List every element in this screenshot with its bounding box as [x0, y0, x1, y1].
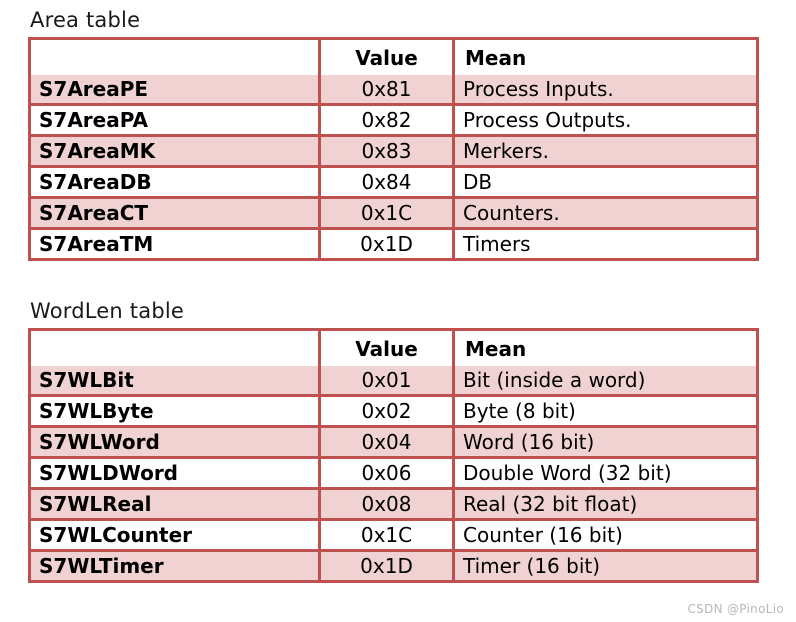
area-table-head: Value Mean [31, 40, 756, 75]
table-row: S7WLByte 0x02 Byte (8 bit) [31, 397, 756, 428]
wordlen-name-cell: S7WLTimer [31, 552, 321, 580]
watermark: CSDN @PinoLio [687, 602, 784, 616]
area-value-cell: 0x83 [321, 137, 455, 168]
wordlen-value-cell: 0x02 [321, 397, 455, 428]
wordlen-value-cell: 0x1C [321, 521, 455, 552]
area-name-cell: S7AreaTM [31, 230, 321, 258]
area-name-cell: S7AreaMK [31, 137, 321, 168]
table-row: S7WLBit 0x01 Bit (inside a word) [31, 366, 756, 397]
wordlen-value-cell: 0x08 [321, 490, 455, 521]
wordlen-mean-cell: Timer (16 bit) [455, 552, 756, 580]
wordlen-value-cell: 0x04 [321, 428, 455, 459]
table-row: S7WLTimer 0x1D Timer (16 bit) [31, 552, 756, 580]
area-value-cell: 0x1C [321, 199, 455, 230]
column-header-mean: Mean [455, 331, 756, 366]
area-value-cell: 0x84 [321, 168, 455, 199]
area-name-cell: S7AreaPA [31, 106, 321, 137]
area-mean-cell: DB [455, 168, 756, 199]
wordlen-name-cell: S7WLBit [31, 366, 321, 397]
wordlen-mean-cell: Byte (8 bit) [455, 397, 756, 428]
table-row: S7WLDWord 0x06 Double Word (32 bit) [31, 459, 756, 490]
wordlen-name-cell: S7WLByte [31, 397, 321, 428]
column-header-value: Value [321, 40, 455, 75]
area-name-cell: S7AreaCT [31, 199, 321, 230]
area-table-title: Area table [30, 8, 141, 32]
table-spacer [28, 261, 796, 297]
wordlen-mean-cell: Bit (inside a word) [455, 366, 756, 397]
wordlen-table: Value Mean S7WLBit 0x01 Bit (inside a wo… [28, 328, 759, 583]
area-mean-cell: Process Outputs. [455, 106, 756, 137]
wordlen-value-cell: 0x1D [321, 552, 455, 580]
area-table: Value Mean S7AreaPE 0x81 Process Inputs.… [28, 37, 759, 261]
column-header-name [31, 331, 321, 366]
table-row: S7AreaDB 0x84 DB [31, 168, 756, 199]
wordlen-name-cell: S7WLCounter [31, 521, 321, 552]
area-mean-cell: Merkers. [455, 137, 756, 168]
wordlen-table-head: Value Mean [31, 331, 756, 366]
wordlen-name-cell: S7WLWord [31, 428, 321, 459]
table-row: S7AreaTM 0x1D Timers [31, 230, 756, 258]
column-header-value: Value [321, 331, 455, 366]
area-name-cell: S7AreaPE [31, 75, 321, 106]
area-mean-cell: Timers [455, 230, 756, 258]
table-row: S7WLCounter 0x1C Counter (16 bit) [31, 521, 756, 552]
area-value-cell: 0x1D [321, 230, 455, 258]
column-header-mean: Mean [455, 40, 756, 75]
wordlen-value-cell: 0x06 [321, 459, 455, 490]
area-table-body: S7AreaPE 0x81 Process Inputs. S7AreaPA 0… [31, 75, 756, 258]
wordlen-mean-cell: Word (16 bit) [455, 428, 756, 459]
table-header-row: Value Mean [31, 331, 756, 366]
area-value-cell: 0x81 [321, 75, 455, 106]
table-row: S7WLWord 0x04 Word (16 bit) [31, 428, 756, 459]
area-name-cell: S7AreaDB [31, 168, 321, 199]
area-value-cell: 0x82 [321, 106, 455, 137]
wordlen-table-title: WordLen table [30, 299, 184, 323]
wordlen-mean-cell: Counter (16 bit) [455, 521, 756, 552]
area-mean-cell: Counters. [455, 199, 756, 230]
table-row: S7WLReal 0x08 Real (32 bit float) [31, 490, 756, 521]
tables-page: Area table Value Mean S7AreaPE 0x81 Proc… [0, 0, 796, 583]
column-header-name [31, 40, 321, 75]
wordlen-mean-cell: Double Word (32 bit) [455, 459, 756, 490]
wordlen-name-cell: S7WLReal [31, 490, 321, 521]
area-mean-cell: Process Inputs. [455, 75, 756, 106]
wordlen-table-body: S7WLBit 0x01 Bit (inside a word) S7WLByt… [31, 366, 756, 580]
table-row: S7AreaPE 0x81 Process Inputs. [31, 75, 756, 106]
table-row: S7AreaCT 0x1C Counters. [31, 199, 756, 230]
table-row: S7AreaPA 0x82 Process Outputs. [31, 106, 756, 137]
wordlen-value-cell: 0x01 [321, 366, 455, 397]
table-row: S7AreaMK 0x83 Merkers. [31, 137, 756, 168]
wordlen-name-cell: S7WLDWord [31, 459, 321, 490]
wordlen-mean-cell: Real (32 bit float) [455, 490, 756, 521]
table-header-row: Value Mean [31, 40, 756, 75]
